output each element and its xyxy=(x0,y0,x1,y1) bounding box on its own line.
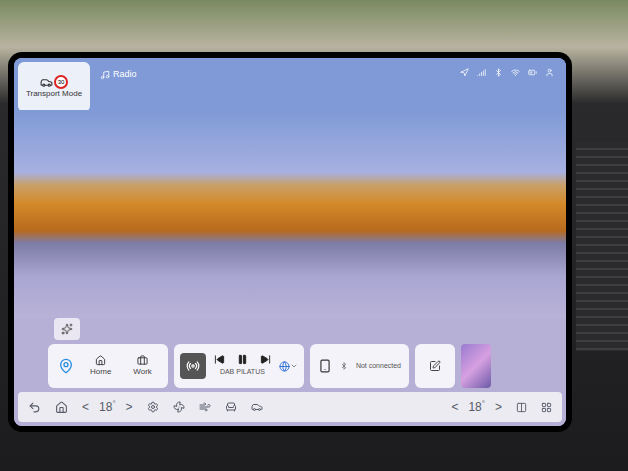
home-icon[interactable] xyxy=(55,401,68,414)
pause-icon[interactable] xyxy=(237,354,248,365)
speed-limit-badge: 30 xyxy=(54,75,68,89)
status-icon xyxy=(494,68,503,77)
photo: 30Transport Mode Radio Home Work DAB PILATUS… xyxy=(0,0,628,471)
driver-temperature: <18° > xyxy=(82,398,133,416)
phone-status: Not connected xyxy=(356,361,401,372)
edit-icon xyxy=(429,360,441,372)
car-climate-icon[interactable] xyxy=(251,401,263,413)
temp-up-button[interactable]: > xyxy=(495,398,502,416)
radio-icon xyxy=(186,359,200,373)
station-name: DAB PILATUS xyxy=(220,367,265,378)
shortcut-icon xyxy=(137,355,148,366)
edit-card[interactable] xyxy=(415,344,455,388)
source-dropdown[interactable] xyxy=(279,361,298,372)
nav-shortcut[interactable]: Home xyxy=(84,355,117,378)
temp-up-button[interactable]: > xyxy=(126,398,133,416)
status-icon xyxy=(545,68,554,77)
bluetooth-icon xyxy=(340,362,348,370)
station-logo xyxy=(180,353,206,379)
nav-shortcut[interactable]: Work xyxy=(127,355,158,378)
phone-card[interactable]: Not connected xyxy=(310,344,409,388)
apps-grid-icon[interactable] xyxy=(541,402,552,413)
wallpaper xyxy=(14,110,566,318)
settings-icon[interactable] xyxy=(147,401,159,413)
top-bar: 30Transport Mode Radio xyxy=(14,58,566,110)
source-label[interactable]: Radio xyxy=(100,68,137,82)
media-card[interactable]: DAB PILATUS xyxy=(174,344,304,388)
car-icon xyxy=(40,76,53,89)
airflow-icon[interactable] xyxy=(199,401,211,413)
star-icon xyxy=(61,323,73,335)
favorite-button[interactable] xyxy=(54,318,80,340)
chevron-down-icon xyxy=(290,362,298,370)
dock: <18° > <18° > xyxy=(18,392,562,422)
passenger-temperature: <18° > xyxy=(451,398,502,416)
phone-icon xyxy=(318,359,332,373)
transport-mode-tile[interactable]: 30Transport Mode xyxy=(18,62,90,112)
shortcut-icon xyxy=(95,355,106,366)
screen: 30Transport Mode Radio Home Work DAB PILATUS… xyxy=(14,58,566,426)
display-bezel: 30Transport Mode Radio Home Work DAB PILATUS… xyxy=(8,52,572,432)
fan-icon[interactable] xyxy=(173,401,185,413)
temp-value: 18° xyxy=(99,398,116,416)
music-icon xyxy=(100,70,110,80)
back-icon[interactable] xyxy=(28,401,41,414)
split-view-icon[interactable] xyxy=(516,402,527,413)
temp-down-button[interactable]: < xyxy=(82,398,89,416)
air-vent xyxy=(576,142,628,351)
navigation-card[interactable]: Home Work xyxy=(48,344,168,388)
temp-down-button[interactable]: < xyxy=(451,398,458,416)
status-icon xyxy=(477,68,486,77)
status-icon xyxy=(460,68,469,77)
seat-heating-icon[interactable] xyxy=(225,401,237,413)
transport-mode-label: Transport Mode xyxy=(26,89,82,99)
widget-row: Home Work DAB PILATUS Not connected xyxy=(18,344,562,388)
thumbnail[interactable] xyxy=(461,344,491,388)
status-icon xyxy=(511,68,520,77)
next-icon[interactable] xyxy=(260,354,271,365)
temp-value: 18° xyxy=(468,398,485,416)
map-pin-icon xyxy=(58,358,74,374)
status-icon xyxy=(528,68,537,77)
previous-icon[interactable] xyxy=(214,354,225,365)
status-icons xyxy=(460,68,554,77)
globe-icon xyxy=(279,361,290,372)
